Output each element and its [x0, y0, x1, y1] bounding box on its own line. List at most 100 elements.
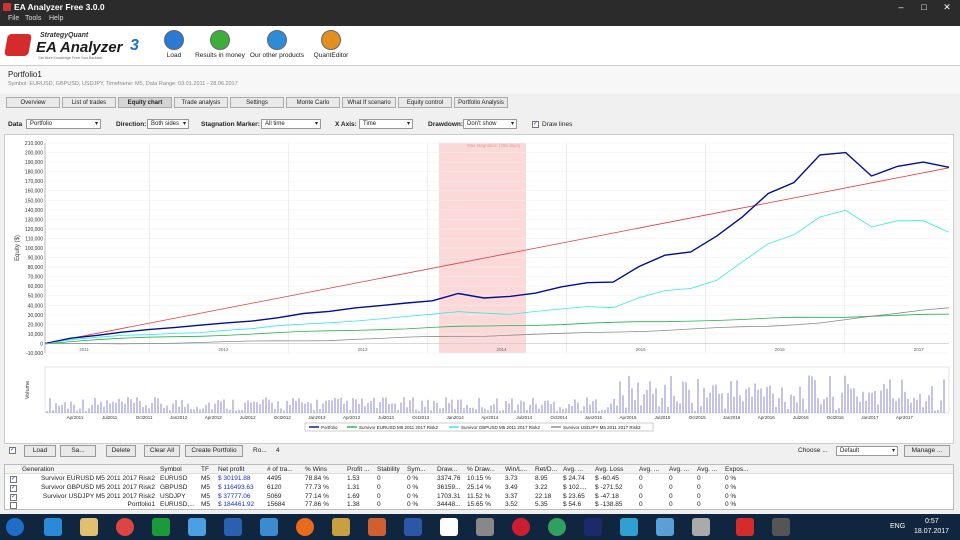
column-header[interactable]: Avg. Loss: [595, 466, 623, 473]
app-icon-7[interactable]: [476, 518, 494, 536]
tab-settings[interactable]: Settings: [230, 97, 284, 108]
tab-portfolio-analysis[interactable]: Portfolio Analysis: [454, 97, 508, 108]
menu-tools[interactable]: Tools: [25, 15, 41, 22]
menu-help[interactable]: Help: [49, 15, 63, 22]
column-header[interactable]: Avg. ...: [563, 466, 583, 473]
language-indicator[interactable]: ENG: [890, 523, 905, 530]
column-header[interactable]: % Wins: [305, 466, 327, 473]
excel-icon[interactable]: [152, 518, 170, 536]
table-cell: $ 184461.92: [218, 501, 255, 509]
select-all-checkbox[interactable]: ✓: [9, 447, 16, 454]
tab-list-of-trades[interactable]: List of trades: [62, 97, 116, 108]
data-select[interactable]: Portfolio: [26, 119, 101, 129]
firefox-icon[interactable]: [296, 518, 314, 536]
results-in-money-button[interactable]: Results in money: [191, 28, 249, 66]
table-cell: 5.35: [535, 501, 548, 509]
column-header[interactable]: Symbol: [160, 466, 182, 473]
quanteditor-button[interactable]: QuantEditor: [302, 28, 360, 66]
table-cell: Survivor EURUSD M5 2011 2017 Risk2: [40, 475, 155, 482]
logo-version: 3: [130, 37, 139, 54]
close-button[interactable]: ✕: [936, 0, 958, 14]
equity-chart[interactable]: Max stagnation (396 days) 210,000 200,000 1…: [4, 134, 954, 444]
column-set-select[interactable]: Default: [836, 446, 898, 456]
explorer-icon[interactable]: [80, 518, 98, 536]
column-header[interactable]: Stability: [377, 466, 400, 473]
clear-all-button[interactable]: Clear All: [144, 445, 180, 457]
table-cell: 3374.76: [437, 475, 461, 482]
column-header[interactable]: Generation: [22, 466, 54, 473]
stagnation-label: Stagnation Marker:: [201, 121, 260, 128]
table-cell: 0 %: [725, 501, 737, 509]
drawdown-select[interactable]: Don't show: [463, 119, 517, 129]
row-checkbox[interactable]: ✓: [10, 493, 17, 501]
tab-what-if[interactable]: What If scenario: [342, 97, 396, 108]
menu-file[interactable]: File: [8, 15, 19, 22]
title-bar: EA Analyzer Free 3.0.0 – □ ✕: [0, 0, 960, 14]
column-header[interactable]: Ret/D...: [535, 466, 557, 473]
table-cell: 0: [669, 501, 673, 509]
column-header[interactable]: Draw...: [437, 466, 457, 473]
app-icon-9[interactable]: [620, 518, 638, 536]
app-icon-3[interactable]: [260, 518, 278, 536]
y-tick-label: 0: [40, 341, 43, 347]
column-header[interactable]: Avg. ...: [669, 466, 689, 473]
draw-lines-checkbox[interactable]: ✓: [532, 121, 539, 128]
column-header[interactable]: Expos...: [725, 466, 748, 473]
direction-select[interactable]: Both sides: [147, 119, 189, 129]
tab-monte-carlo[interactable]: Monte Carlo: [286, 97, 340, 108]
toolbar: StrategyQuant EA Analyzer 3 Get More Kno…: [0, 26, 960, 66]
table-cell: $ 23.65: [563, 492, 585, 500]
maximize-button[interactable]: □: [913, 0, 935, 14]
year-tick-label: 2011: [79, 347, 89, 352]
x-tick-label: Jul2016: [793, 415, 809, 420]
app-icon-5[interactable]: [368, 518, 386, 536]
column-header[interactable]: % Draw...: [467, 466, 495, 473]
column-header[interactable]: Sym...: [407, 466, 425, 473]
app-icon-11[interactable]: [692, 518, 710, 536]
column-header[interactable]: TF: [201, 466, 209, 473]
app-icon-10[interactable]: [656, 518, 674, 536]
clock-time[interactable]: 0:57: [925, 518, 939, 525]
tab-trade-analysis[interactable]: Trade analysis: [174, 97, 228, 108]
manage-button[interactable]: Manage ...: [904, 445, 950, 457]
other-products-button[interactable]: Our other products: [248, 28, 306, 66]
column-header[interactable]: Win/L...: [505, 466, 527, 473]
save-button[interactable]: Sa...: [60, 445, 96, 457]
table-cell: 0: [639, 501, 643, 509]
x-tick-label: Jan2015: [585, 415, 603, 420]
column-header[interactable]: Avg. ...: [639, 466, 659, 473]
year-tick-label: 2017: [914, 347, 925, 352]
app-icon-6[interactable]: [440, 518, 458, 536]
load-button[interactable]: Load: [24, 445, 56, 457]
asus-icon[interactable]: [584, 518, 602, 536]
app-icon-2[interactable]: [224, 518, 242, 536]
stagnation-select[interactable]: All time: [261, 119, 321, 129]
column-header[interactable]: Avg. ...: [697, 466, 717, 473]
start-icon[interactable]: [6, 518, 24, 536]
column-header[interactable]: # of tra...: [267, 466, 293, 473]
chrome-icon[interactable]: [116, 518, 134, 536]
clock-date[interactable]: 18.07.2017: [914, 528, 949, 535]
row-checkbox[interactable]: [10, 502, 17, 510]
ea-analyzer-taskbar-icon[interactable]: [736, 518, 754, 536]
app-icon-12[interactable]: [772, 518, 790, 536]
app-icon-4[interactable]: [332, 518, 350, 536]
table-cell: EURUSD,...: [160, 501, 195, 509]
column-header[interactable]: Profit ...: [347, 466, 369, 473]
word-icon[interactable]: [404, 518, 422, 536]
row-checkbox[interactable]: ✓: [10, 476, 17, 483]
create-portfolio-button[interactable]: Create Portfolio: [185, 445, 243, 457]
app-icon-8[interactable]: [548, 518, 566, 536]
tab-equity-chart[interactable]: Equity chart: [118, 97, 172, 108]
ie-icon[interactable]: [44, 518, 62, 536]
x-axis-select[interactable]: Time: [359, 119, 413, 129]
opera-icon[interactable]: [512, 518, 530, 536]
tab-equity-control[interactable]: Equity control: [398, 97, 452, 108]
column-header[interactable]: Net profit: [218, 466, 244, 473]
app-icon-1[interactable]: [188, 518, 206, 536]
minimize-button[interactable]: –: [890, 0, 912, 14]
tab-overview[interactable]: Overview: [6, 97, 60, 108]
delete-button[interactable]: Delete: [106, 445, 136, 457]
row-checkbox[interactable]: ✓: [10, 484, 17, 492]
legend-label: Survivor EURUSD M5 2011 2017 Risk2: [359, 425, 438, 430]
